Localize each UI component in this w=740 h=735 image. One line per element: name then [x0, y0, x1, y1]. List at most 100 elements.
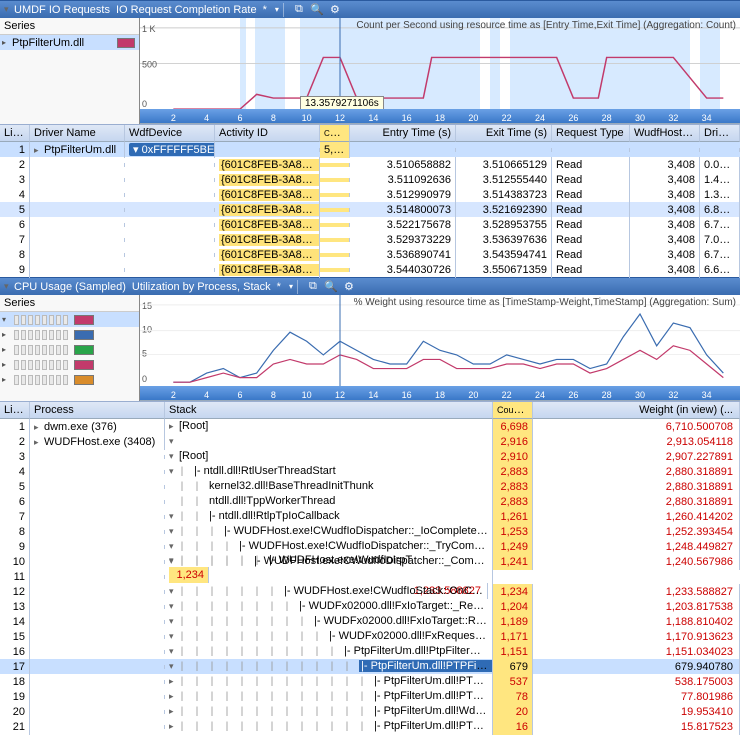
chevron-right-icon[interactable]: ▸: [2, 375, 12, 384]
tree-toggle-icon[interactable]: [169, 481, 179, 491]
panel1-collapse-toggle[interactable]: ▾: [4, 4, 14, 15]
table-row[interactable]: 21▸| | | | | | | | | | | | | |- PtpFilte…: [0, 719, 740, 734]
chevron-right-icon[interactable]: ▸: [2, 360, 12, 369]
table-row[interactable]: 2{601C8FEB-3A8E-0...3.5106588823.5106651…: [0, 157, 740, 172]
col-duration[interactable]: Driver Owned Duration (ms): [700, 125, 740, 142]
ytick-1k: 1 K: [142, 24, 156, 34]
col-line[interactable]: Line #: [0, 402, 30, 419]
table-row[interactable]: 12▾| | | | | | | |- WUDFHost.exe!CWudfIo…: [0, 584, 740, 599]
search-icon[interactable]: 🔍: [324, 280, 338, 294]
table-row[interactable]: 15▾| | | | | | | | | | |- WUDFx02000.dll…: [0, 629, 740, 644]
col-exit[interactable]: Exit Time (s): [456, 125, 552, 142]
tree-toggle-icon[interactable]: ▾: [169, 466, 179, 477]
svg-text:0: 0: [142, 374, 147, 384]
tree-toggle-icon[interactable]: ▸: [169, 676, 179, 687]
table-row[interactable]: 16▾| | | | | | | | | | | |- PtpFilterUm.…: [0, 644, 740, 659]
tree-toggle-icon[interactable]: ▸: [34, 437, 44, 448]
tree-toggle-icon[interactable]: ▾: [169, 631, 179, 642]
col-reqtype[interactable]: Request Type: [552, 125, 630, 142]
table-row[interactable]: 5{601C8FEB-3A8E-0...3.5148000733.5216923…: [0, 202, 740, 217]
table-row[interactable]: 8▾| | | |- WUDFHost.exe!CWudfIoDispatche…: [0, 524, 740, 539]
chevron-right-icon[interactable]: ▸: [2, 330, 12, 339]
tree-toggle-icon[interactable]: ▾: [169, 436, 179, 447]
series-row-generic[interactable]: ▸: [0, 327, 139, 342]
table-row[interactable]: 14▾| | | | | | | | | |- WUDFx02000.dll!F…: [0, 614, 740, 629]
table-row[interactable]: 5 | | kernel32.dll!BaseThreadInitThunk2,…: [0, 479, 740, 494]
table-row[interactable]: 17▾| | | | | | | | | | | | |- PtpFilterU…: [0, 659, 740, 674]
table-row[interactable]: 3{601C8FEB-3A8E-0...3.5110926363.5125554…: [0, 172, 740, 187]
open-window-icon[interactable]: ⧉: [292, 3, 306, 17]
table-row[interactable]: 9{601C8FEB-3A8E-0...3.5440307263.5506713…: [0, 262, 740, 277]
search-icon[interactable]: 🔍: [310, 3, 324, 17]
col-process[interactable]: Process: [30, 402, 165, 419]
panel2-time-ruler[interactable]: 246810121416182022242628303234: [140, 386, 740, 400]
panel1-time-ruler[interactable]: 246810121416182022242628303234: [140, 109, 740, 123]
table-row[interactable]: 19▸| | | | | | | | | | | | | |- PtpFilte…: [0, 689, 740, 704]
col-stack[interactable]: Stack: [165, 402, 493, 419]
col-count[interactable]: Count: [320, 125, 350, 142]
tree-toggle-icon[interactable]: ▾: [169, 661, 179, 672]
chevron-down-icon[interactable]: ▾: [2, 315, 12, 324]
panel1-preset-dropdown[interactable]: ▾: [275, 5, 279, 14]
table-row[interactable]: 1▸PtpFilterUm.dll▾ 0xFFFFFF5BE2DFB...5,8…: [0, 142, 740, 157]
table-row[interactable]: 7▾| | |- ntdll.dll!RtlpTpIoCallback1,261…: [0, 509, 740, 524]
table-row[interactable]: 7{601C8FEB-3A8E-0...3.5293732293.5363976…: [0, 232, 740, 247]
table-row[interactable]: 6{601C8FEB-3A8E-0...3.5221756783.5289537…: [0, 217, 740, 232]
tree-toggle-icon[interactable]: ▸: [169, 691, 179, 702]
panel2-grid-header: Line # Process Stack Count Sum Weight (i…: [0, 402, 740, 419]
col-activity[interactable]: Activity ID: [215, 125, 320, 142]
table-row[interactable]: 11▾| | | | | | |- WUDFHost.exe!WudfIoIrp…: [0, 569, 740, 584]
table-row[interactable]: 4{601C8FEB-3A8E-0...3.5129909793.5143837…: [0, 187, 740, 202]
table-row[interactable]: 20▸| | | | | | | | | | | | | |- PtpFilte…: [0, 704, 740, 719]
series-row-generic[interactable]: ▸: [0, 372, 139, 387]
chevron-right-icon[interactable]: ▸: [2, 345, 12, 354]
tree-toggle-icon[interactable]: ▾: [169, 616, 179, 627]
table-row[interactable]: 1▸dwm.exe (376)▸[Root]6,6986,710.500708: [0, 419, 740, 434]
table-row[interactable]: 8{601C8FEB-3A8E-0...3.5368907413.5435947…: [0, 247, 740, 262]
tree-toggle-icon[interactable]: ▸: [169, 706, 179, 717]
tree-toggle-icon[interactable]: ▾: [169, 555, 179, 566]
tree-toggle-icon[interactable]: ▾: [169, 646, 179, 657]
col-weight[interactable]: Weight (in view) (...: [533, 402, 740, 419]
tree-toggle-icon[interactable]: ▾: [169, 451, 179, 462]
table-row[interactable]: 2▸WUDFHost.exe (3408)▾2,9162,913.054118: [0, 434, 740, 449]
mini-swatches: [12, 315, 96, 325]
table-row[interactable]: 4▾| |- ntdll.dll!RtlUserThreadStart2,883…: [0, 464, 740, 479]
tree-toggle-icon[interactable]: ▸: [34, 422, 44, 433]
col-line[interactable]: Line #: [0, 125, 30, 142]
tree-toggle-icon[interactable]: ▸: [169, 421, 179, 432]
panel2-plot[interactable]: % Weight using resource time as [TimeSta…: [140, 295, 740, 400]
col-wdfdevice[interactable]: WdfDevice: [125, 125, 215, 142]
panel1-plot[interactable]: Count per Second using resource time as …: [140, 18, 740, 123]
tree-toggle-icon[interactable]: [169, 496, 179, 506]
col-entry[interactable]: Entry Time (s): [350, 125, 456, 142]
series-row-generic[interactable]: ▾: [0, 312, 139, 327]
panel2-preset-dropdown[interactable]: ▾: [289, 282, 293, 291]
chevron-right-icon[interactable]: ▸: [2, 38, 12, 47]
table-row[interactable]: 6 | | ntdll.dll!TppWorkerThread2,8832,88…: [0, 494, 740, 509]
tree-toggle-icon[interactable]: ▾: [169, 541, 179, 552]
col-pid[interactable]: WudfHost PID: [630, 125, 700, 142]
series-title: Series: [0, 18, 139, 35]
table-row[interactable]: 13▾| | | | | | | | |- WUDFx02000.dll!FxI…: [0, 599, 740, 614]
table-row[interactable]: 18▸| | | | | | | | | | | | | |- PtpFilte…: [0, 674, 740, 689]
series-row-generic[interactable]: ▸: [0, 342, 139, 357]
col-driver[interactable]: Driver Name: [30, 125, 125, 142]
series-item-ptpfilter[interactable]: ▸ PtpFilterUm.dll: [0, 35, 139, 50]
panel2-collapse-toggle[interactable]: ▾: [4, 281, 14, 292]
tree-toggle-icon[interactable]: ▾: [169, 526, 179, 537]
series-color-swatch[interactable]: [74, 315, 94, 325]
series-color-swatch[interactable]: [117, 38, 135, 48]
tree-toggle-icon[interactable]: ▾: [169, 601, 179, 612]
table-row[interactable]: 3▾[Root]2,9102,907.227891: [0, 449, 740, 464]
open-window-icon[interactable]: ⧉: [306, 280, 320, 294]
tree-toggle-icon[interactable]: ▸: [169, 721, 179, 732]
gear-icon[interactable]: ⚙: [328, 3, 342, 17]
tree-toggle-icon[interactable]: ▾: [169, 511, 179, 522]
tree-toggle-icon[interactable]: ▾: [169, 586, 179, 597]
panel1-series-pane: Series ▸ PtpFilterUm.dll: [0, 18, 140, 124]
gear-icon[interactable]: ⚙: [342, 280, 356, 294]
series-row-generic[interactable]: ▸: [0, 357, 139, 372]
panel2-header: ▾ CPU Usage (Sampled) Utilization by Pro…: [0, 277, 740, 295]
col-count[interactable]: Count Sum: [493, 402, 533, 419]
